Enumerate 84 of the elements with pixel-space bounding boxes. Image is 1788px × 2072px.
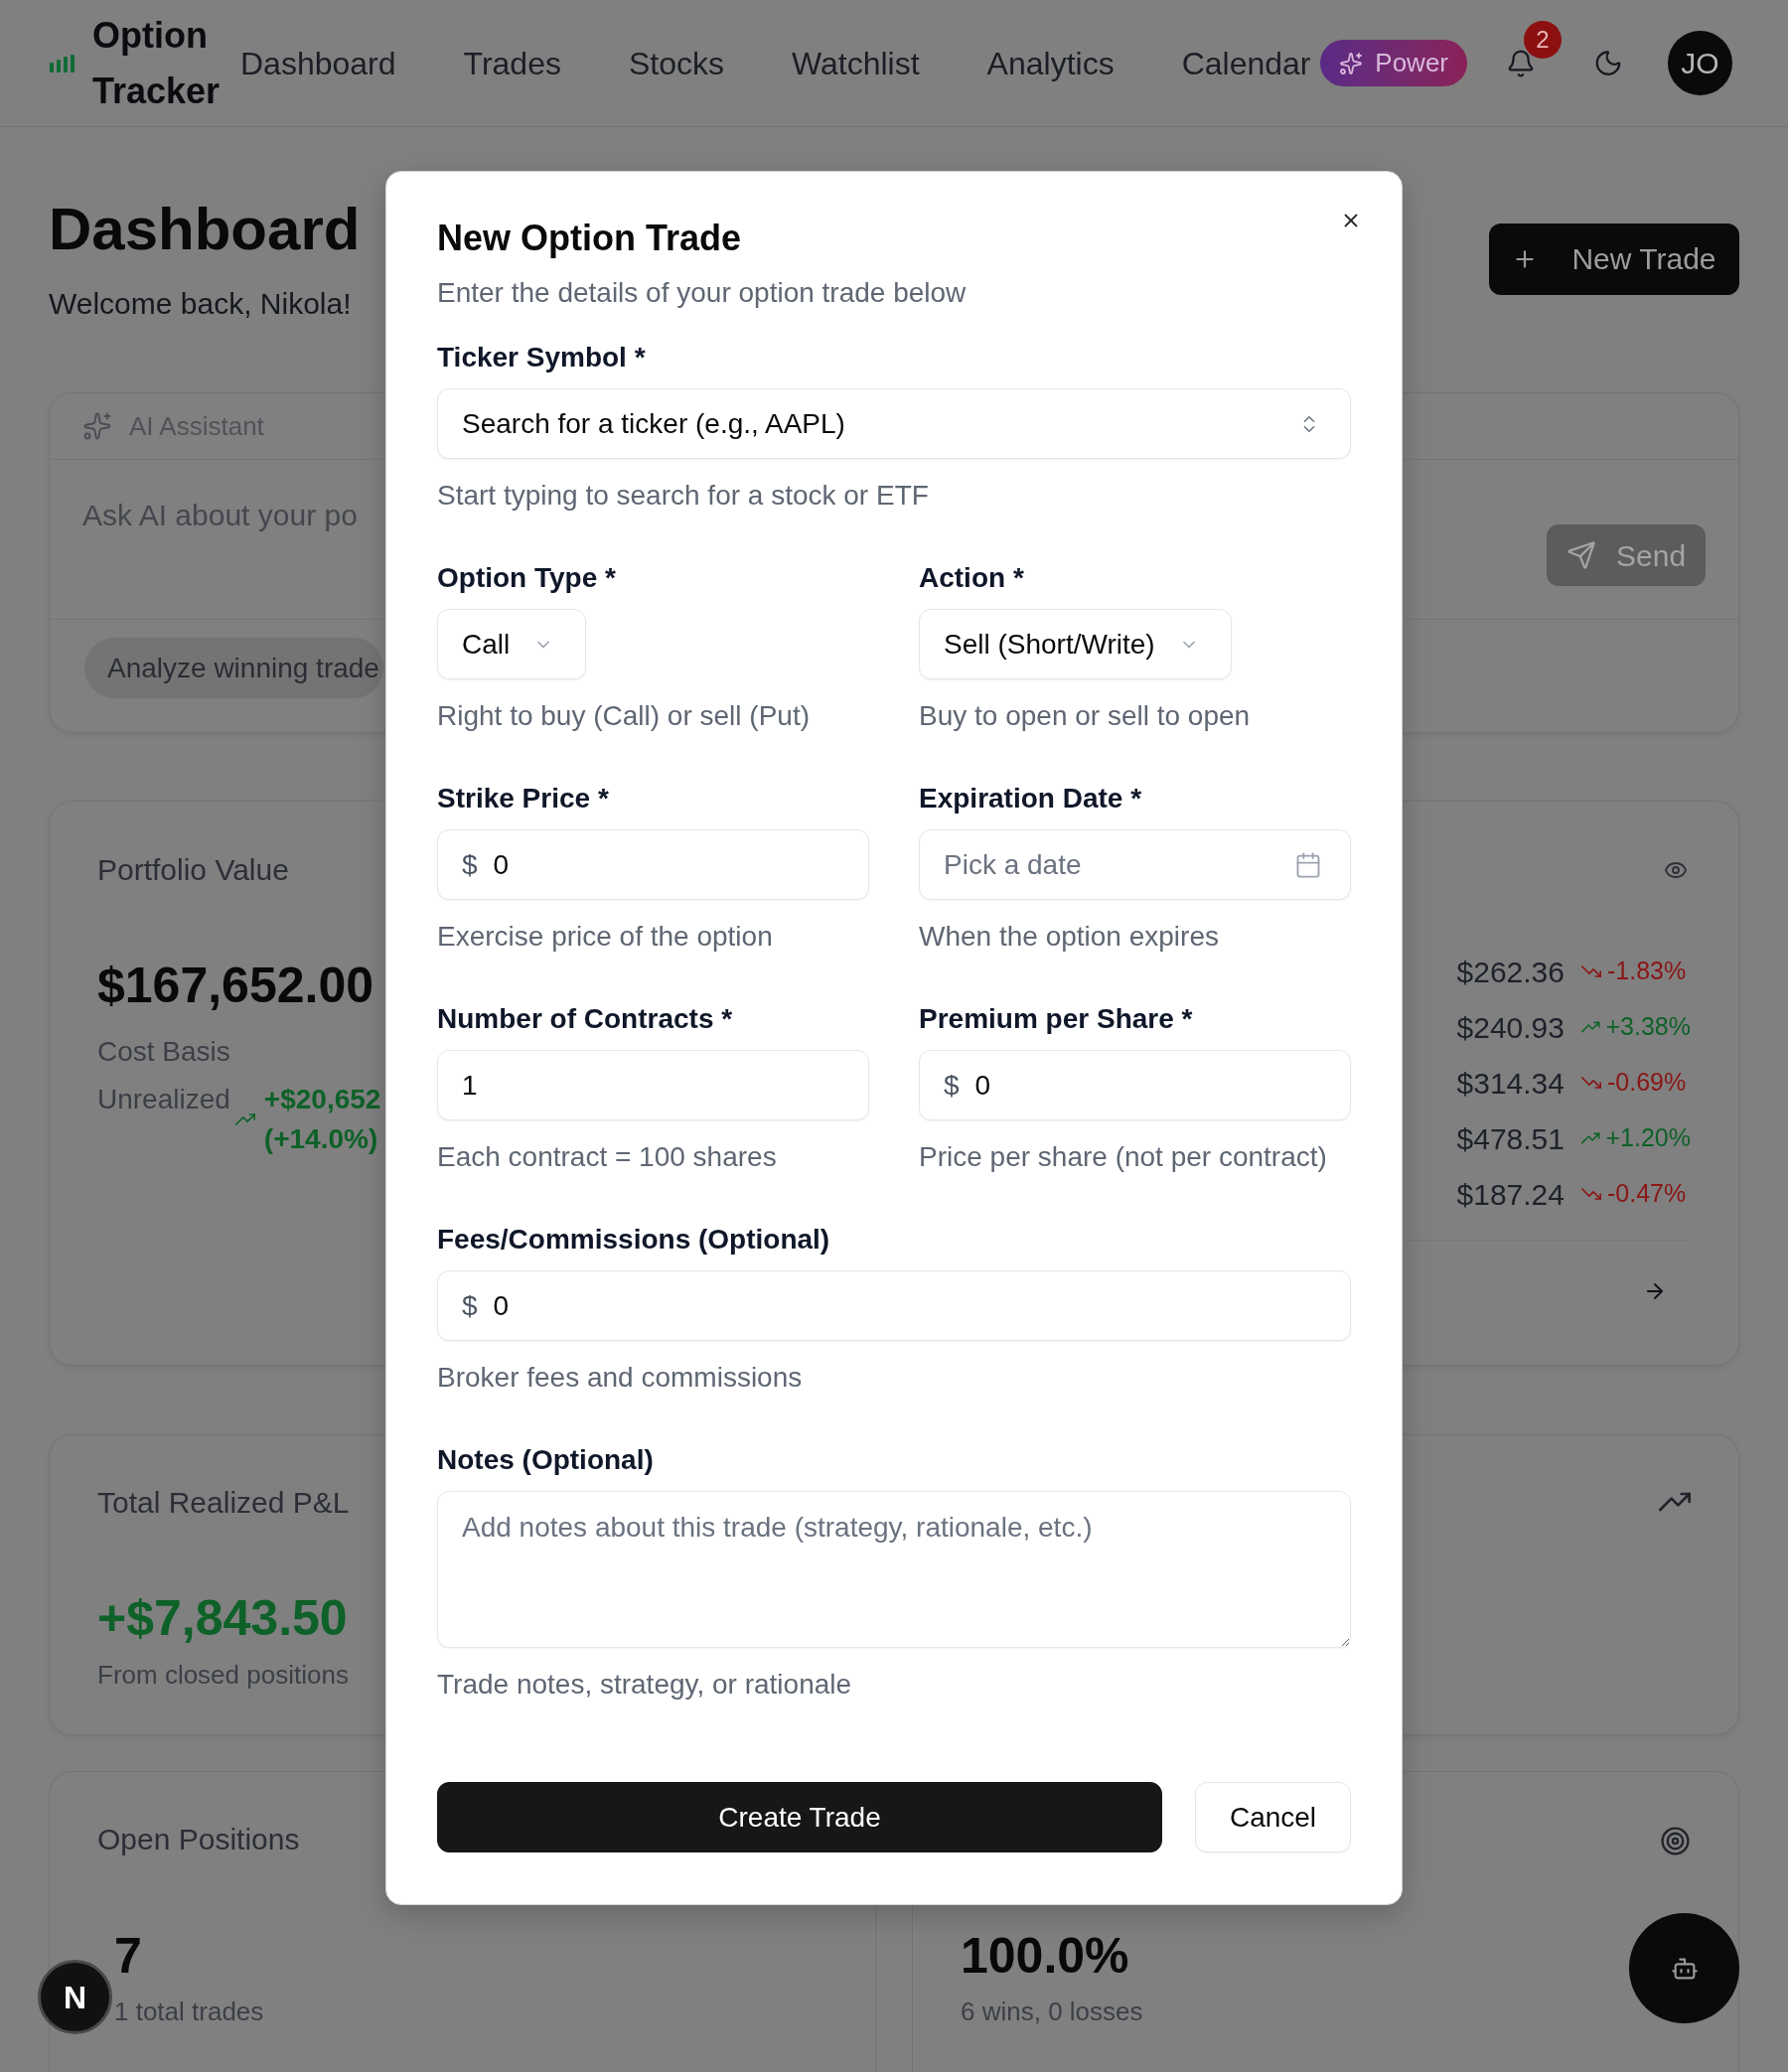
ticker-search-combobox[interactable]: Search for a ticker (e.g., AAPL) — [437, 388, 1351, 459]
quote-change: +1.20% — [1605, 1122, 1691, 1154]
sparkles-icon — [82, 411, 112, 441]
unrealized-percent: (+14.0%) — [263, 1122, 378, 1156]
stat-label: Cost Basis — [97, 1035, 230, 1069]
trend-up-icon — [234, 1112, 255, 1126]
page-subtitle: Welcome back, Nikola! — [49, 286, 352, 322]
card-title: Open Positions — [97, 1822, 300, 1857]
dialog-description: Enter the details of your option trade below — [437, 276, 967, 310]
stat-value: 100.0% — [961, 1927, 1129, 1986]
field-label: Option Type * — [437, 561, 616, 595]
field-label: Ticker Symbol * — [437, 341, 646, 374]
nav-link[interactable]: Watchlist — [792, 41, 920, 85]
trend-down-icon — [1581, 1188, 1601, 1200]
quote-price: $240.93 — [1456, 1009, 1564, 1046]
calendar-icon — [1294, 850, 1322, 879]
portfolio-value: $167,652.00 — [97, 957, 374, 1015]
stat-label: Unrealized — [97, 1083, 230, 1116]
app-title: Option Tracker — [92, 13, 222, 113]
bell-icon[interactable] — [1506, 47, 1536, 79]
moon-icon[interactable] — [1593, 48, 1623, 78]
user-avatar[interactable]: JO — [1668, 31, 1732, 95]
trend-up-icon — [1581, 1021, 1600, 1033]
field-hint: Broker fees and commissions — [437, 1361, 803, 1395]
quote-change: -1.83% — [1607, 956, 1687, 987]
trend-down-icon — [1581, 965, 1601, 977]
field-hint: Exercise price of the option — [437, 920, 773, 954]
stat-value: +$7,843.50 — [97, 1589, 348, 1648]
unrealized-amount: +$20,652 — [263, 1083, 381, 1116]
quote-change: -0.47% — [1607, 1178, 1687, 1210]
currency-input-field[interactable]: $ 0 — [437, 829, 869, 900]
trend-up-icon — [1659, 1492, 1691, 1512]
field-hint: Right to buy (Call) or sell (Put) — [437, 699, 810, 733]
field-label: Expiration Date * — [919, 782, 1142, 815]
stat-value: 7 — [114, 1927, 142, 1986]
nav-link[interactable]: Dashboard — [240, 41, 396, 85]
page-title: Dashboard — [49, 195, 361, 264]
sparkles-icon — [1339, 51, 1364, 75]
field-label: Premium per Share * — [919, 1002, 1193, 1036]
new-trade-button[interactable]: New Trade — [1489, 222, 1739, 295]
notification-count-badge: 2 — [1524, 20, 1562, 59]
field-label: Number of Contracts * — [437, 1002, 733, 1036]
nav-link[interactable]: Trades — [463, 41, 561, 85]
date-picker-button[interactable]: Pick a date — [919, 829, 1351, 900]
stat-note: From closed positions — [97, 1659, 349, 1692]
field-hint: Buy to open or sell to open — [919, 699, 1251, 733]
field-hint: Start typing to search for a stock or ETF — [437, 479, 929, 513]
field-hint: When the option expires — [919, 920, 1219, 954]
quote-price: $187.24 — [1456, 1176, 1564, 1213]
nav-link[interactable]: Calendar — [1181, 41, 1311, 85]
field-hint: Price per share (not per contract) — [919, 1140, 1327, 1174]
field-label: Action * — [919, 561, 1024, 595]
nav-link[interactable]: Analytics — [986, 41, 1115, 85]
power-badge[interactable]: Power — [1320, 40, 1467, 86]
quote-price: $262.36 — [1456, 954, 1564, 990]
dropdown-select[interactable]: Sell (Short/Write) — [919, 609, 1232, 679]
quote-change: +3.38% — [1605, 1011, 1691, 1043]
target-icon — [1660, 1826, 1691, 1856]
currency-input-field[interactable]: $ 0 — [919, 1050, 1351, 1120]
field-hint: Trade notes, strategy, or rationale — [437, 1668, 852, 1702]
quote-price: $314.34 — [1456, 1065, 1564, 1102]
field-label: Notes (Optional) — [437, 1443, 654, 1477]
nav-link[interactable]: Stocks — [628, 41, 724, 85]
stat-note: 1 total trades — [114, 1996, 264, 2028]
field-hint: Each contract = 100 shares — [437, 1140, 777, 1174]
bar-chart-icon — [50, 54, 75, 73]
trend-down-icon — [1581, 1077, 1601, 1089]
currency-input-field[interactable]: $ 0 — [437, 1270, 1351, 1341]
quote-change: -0.69% — [1607, 1067, 1687, 1099]
dialog-title: New Option Trade — [437, 217, 742, 260]
card-title: Total Realized P&L — [97, 1485, 350, 1521]
dropdown-select[interactable]: Call — [437, 609, 587, 679]
cancel-button[interactable]: Cancel — [1195, 1782, 1351, 1852]
stat-note: 6 wins, 0 losses — [961, 1996, 1143, 2028]
notes-textarea[interactable]: Add notes about this trade (strategy, rationale, etc.) — [437, 1491, 1351, 1648]
card-title: Portfolio Value — [97, 852, 289, 888]
quote-price: $478.51 — [1456, 1120, 1564, 1157]
assistant-prompt-field[interactable]: Ask AI about your po — [82, 496, 384, 541]
number-input-field[interactable]: 1 — [437, 1050, 869, 1120]
field-label: Fees/Commissions (Optional) — [437, 1223, 830, 1257]
create-trade-button[interactable]: Create Trade — [437, 1782, 1162, 1852]
send-icon — [1566, 540, 1596, 570]
trend-up-icon — [1581, 1132, 1600, 1144]
field-label: Strike Price * — [437, 782, 609, 815]
